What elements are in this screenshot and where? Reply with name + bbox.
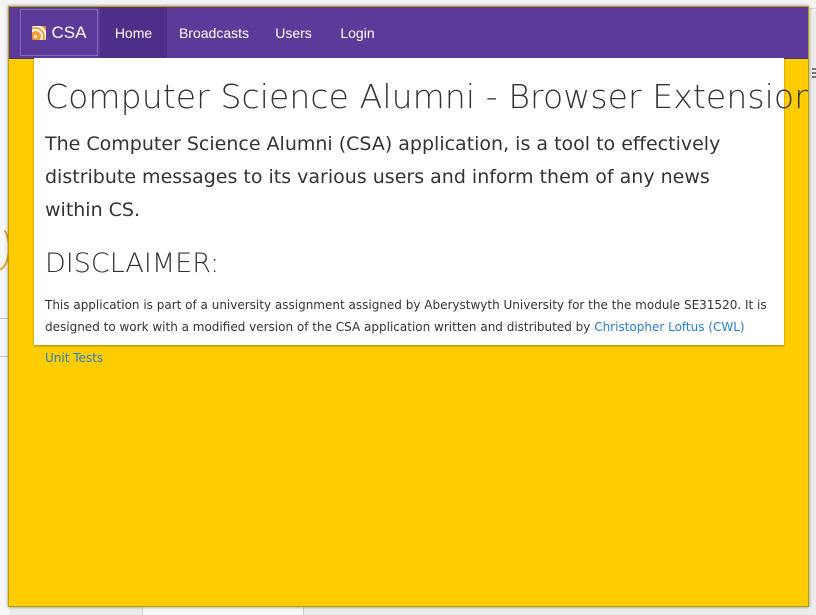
brand-label: CSA bbox=[51, 22, 87, 42]
navbar: CSA Home Broadcasts Users Login bbox=[9, 7, 808, 59]
background-tab bbox=[142, 606, 304, 615]
lead-paragraph: The Computer Science Alumni (CSA) applic… bbox=[45, 133, 721, 221]
disclaimer-heading: DISCLAIMER: bbox=[45, 248, 220, 279]
background-menu-icon bbox=[812, 68, 816, 80]
nav-login[interactable]: Login bbox=[326, 7, 389, 58]
author-link[interactable]: Christopher Loftus (CWL) bbox=[594, 320, 744, 334]
disclaimer-text: This application is part of a university… bbox=[45, 294, 773, 338]
content-card: Computer Science Alumni - Browser Extens… bbox=[34, 58, 809, 365]
page-title: Computer Science Alumni - Browser Extens… bbox=[45, 77, 809, 116]
extension-popup: CSA Home Broadcasts Users Login Computer… bbox=[8, 6, 809, 607]
nav-broadcasts[interactable]: Broadcasts bbox=[167, 7, 261, 58]
rss-icon bbox=[31, 25, 46, 40]
nav-home[interactable]: Home bbox=[100, 7, 167, 58]
brand-link[interactable]: CSA bbox=[20, 9, 98, 56]
unit-tests-link[interactable]: Unit Tests bbox=[45, 347, 103, 369]
nav-users[interactable]: Users bbox=[261, 7, 326, 58]
